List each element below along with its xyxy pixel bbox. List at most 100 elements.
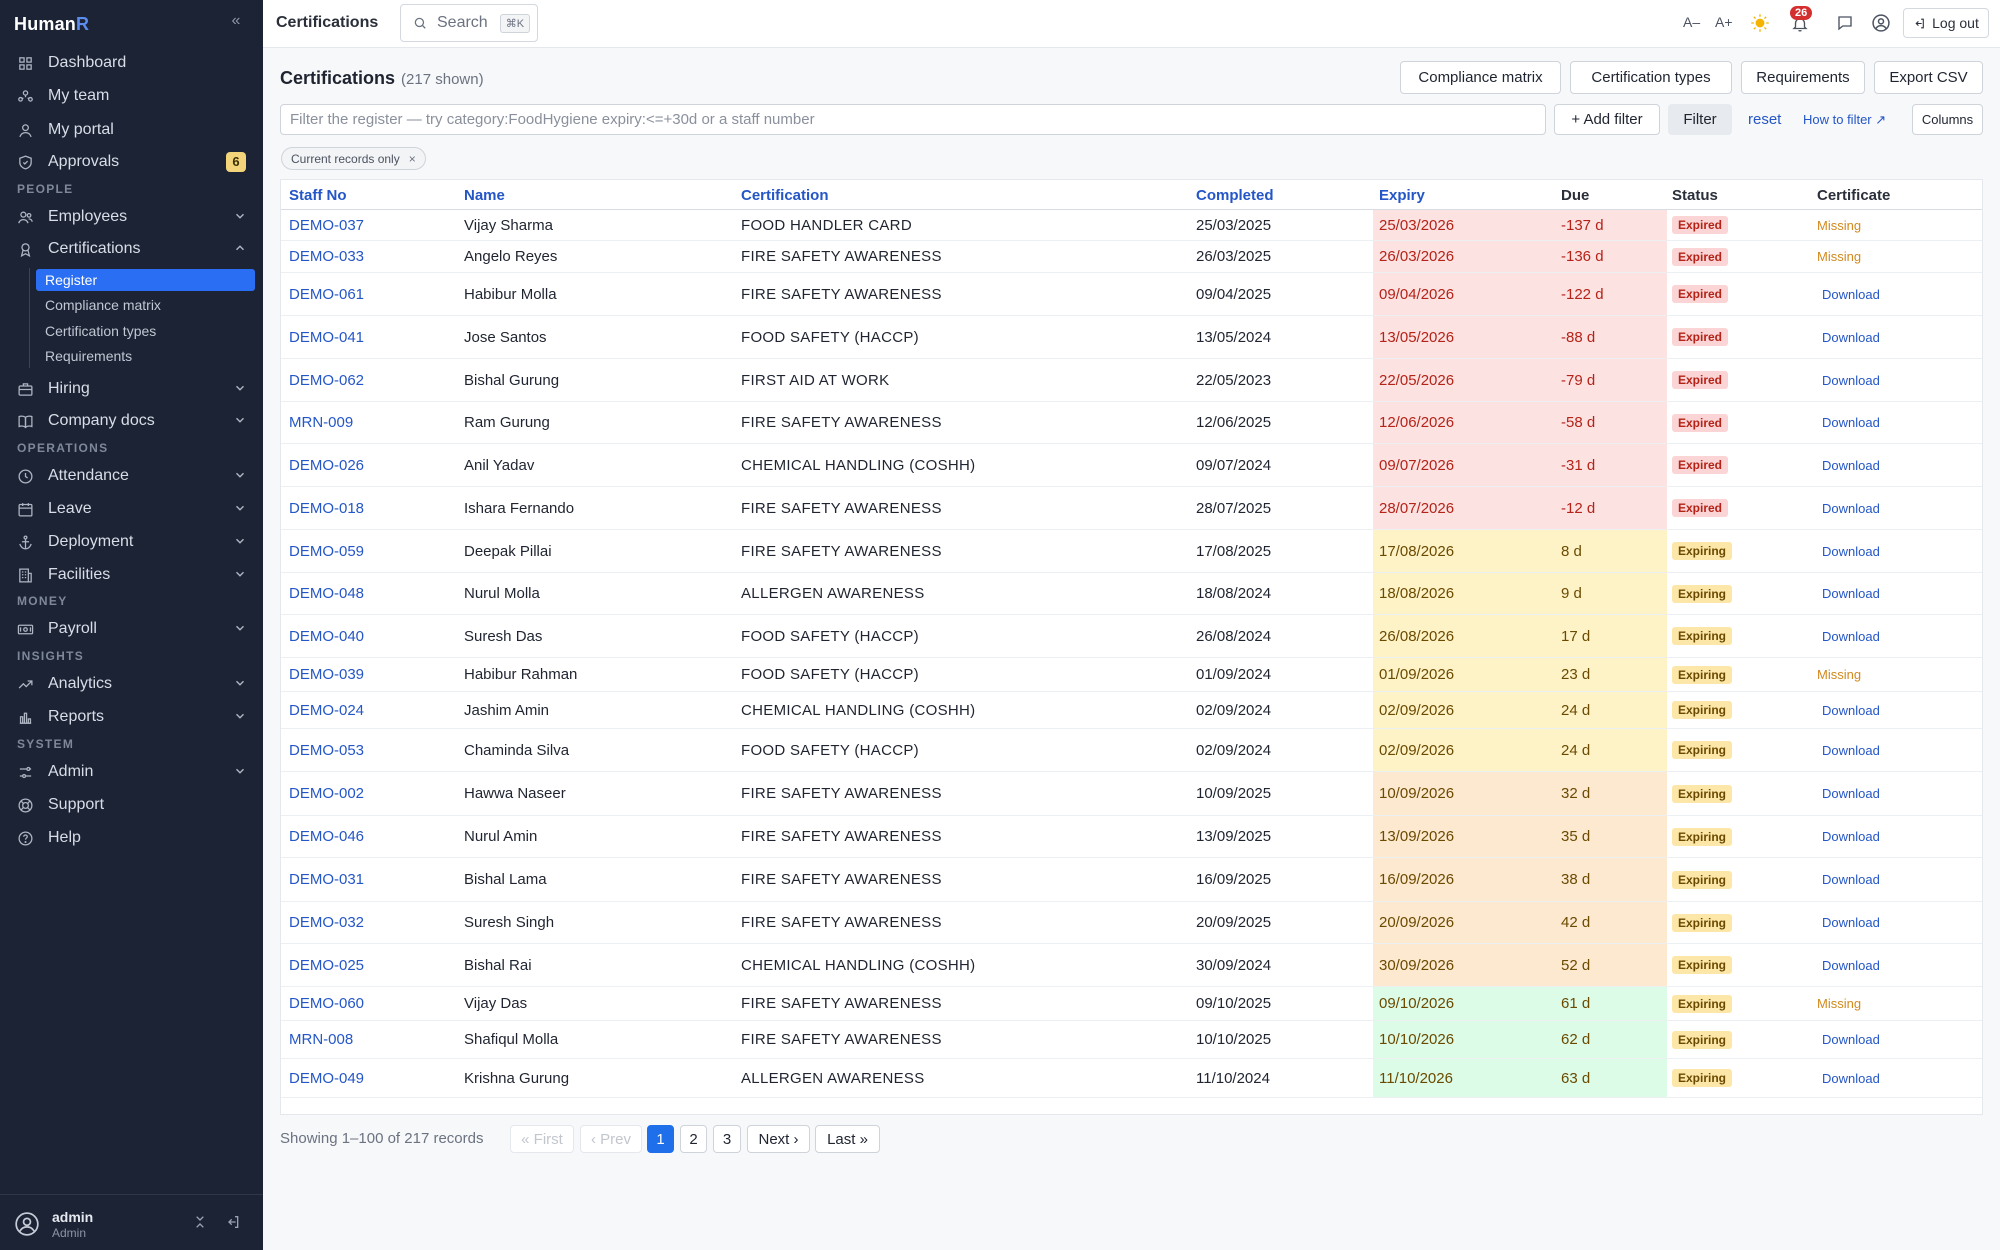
staff-no-link[interactable]: MRN-009	[289, 402, 353, 443]
filter-input[interactable]: Filter the register — try category:FoodH…	[280, 104, 1546, 135]
certificate-download-link[interactable]: Download	[1817, 743, 1880, 758]
sidebar-item-facilities[interactable]: Facilities	[8, 560, 255, 590]
subnav-item-requirements[interactable]: Requirements	[36, 345, 255, 367]
certificate-download-link[interactable]: Download	[1817, 786, 1880, 801]
staff-no-link[interactable]: DEMO-024	[289, 692, 364, 728]
col-expiry[interactable]: Expiry	[1379, 187, 1425, 204]
certificate-download-link[interactable]: Download	[1817, 287, 1880, 302]
font-smaller-button[interactable]: A–	[1683, 14, 1700, 30]
chevron-up-icon[interactable]	[233, 241, 247, 255]
staff-no-link[interactable]: DEMO-026	[289, 444, 364, 486]
certificate-download-link[interactable]: Download	[1817, 544, 1880, 559]
sidebar-item-my-portal[interactable]: My portal	[8, 115, 255, 145]
chevron-down-icon[interactable]	[233, 468, 247, 482]
sidebar-item-hiring[interactable]: Hiring	[8, 374, 255, 404]
requirements-button[interactable]: Requirements	[1741, 61, 1865, 94]
chevron-down-icon[interactable]	[233, 501, 247, 515]
messages-icon[interactable]	[1836, 14, 1854, 32]
sidebar-item-help[interactable]: Help	[8, 823, 255, 853]
sidebar-item-attendance[interactable]: Attendance	[8, 461, 255, 491]
col-certification[interactable]: Certification	[741, 187, 829, 204]
certificate-download-link[interactable]: Download	[1817, 458, 1880, 473]
brand-logo[interactable]: HumanR	[14, 14, 89, 35]
staff-no-link[interactable]: MRN-008	[289, 1021, 353, 1058]
theme-toggle-sun-icon[interactable]	[1750, 13, 1770, 33]
chevron-down-icon[interactable]	[233, 413, 247, 427]
export-csv-button[interactable]: Export CSV	[1874, 61, 1983, 94]
certificate-download-link[interactable]: Download	[1817, 829, 1880, 844]
certificate-download-link[interactable]: Download	[1817, 1071, 1880, 1086]
chevron-down-icon[interactable]	[233, 381, 247, 395]
staff-no-link[interactable]: DEMO-048	[289, 573, 364, 614]
subnav-item-compliance-matrix[interactable]: Compliance matrix	[36, 294, 255, 316]
staff-no-link[interactable]: DEMO-032	[289, 902, 364, 943]
staff-no-link[interactable]: DEMO-018	[289, 487, 364, 529]
add-filter-button[interactable]: + Add filter	[1554, 104, 1660, 135]
sidebar-item-certifications[interactable]: Certifications	[8, 234, 255, 264]
chevron-down-icon[interactable]	[233, 621, 247, 635]
col-name[interactable]: Name	[464, 187, 505, 204]
sidebar-item-employees[interactable]: Employees	[8, 202, 255, 232]
collapse-sidebar-icon[interactable]: «	[226, 12, 246, 34]
account-icon[interactable]	[1871, 13, 1891, 33]
sidebar-item-company-docs[interactable]: Company docs	[8, 406, 255, 436]
staff-no-link[interactable]: DEMO-046	[289, 816, 364, 857]
staff-no-link[interactable]: DEMO-049	[289, 1059, 364, 1097]
staff-no-link[interactable]: DEMO-037	[289, 210, 364, 240]
next-page-button[interactable]: Next ›	[747, 1125, 810, 1153]
chevron-down-icon[interactable]	[233, 534, 247, 548]
chevron-down-icon[interactable]	[233, 676, 247, 690]
staff-no-link[interactable]: DEMO-061	[289, 273, 364, 315]
last-page-button[interactable]: Last »	[815, 1125, 880, 1153]
sidebar-item-approvals[interactable]: Approvals 6	[8, 147, 255, 177]
sidebar-item-my-team[interactable]: My team	[8, 81, 255, 111]
first-page-button[interactable]: « First	[510, 1125, 574, 1153]
certificate-download-link[interactable]: Download	[1817, 330, 1880, 345]
staff-no-link[interactable]: DEMO-053	[289, 729, 364, 771]
staff-no-link[interactable]: DEMO-040	[289, 615, 364, 657]
certification-types-button[interactable]: Certification types	[1570, 61, 1732, 94]
page-3-button[interactable]: 3	[713, 1125, 741, 1153]
sidebar-item-reports[interactable]: Reports	[8, 702, 255, 732]
global-search-button[interactable]: Search ⌘K	[400, 4, 538, 42]
subnav-item-certification-types[interactable]: Certification types	[36, 320, 255, 342]
page-2-button[interactable]: 2	[680, 1125, 707, 1153]
staff-no-link[interactable]: DEMO-031	[289, 858, 364, 901]
user-avatar-icon[interactable]	[14, 1211, 40, 1237]
compliance-matrix-button[interactable]: Compliance matrix	[1400, 61, 1561, 94]
sidebar-item-admin[interactable]: Admin	[8, 757, 255, 787]
columns-button[interactable]: Columns	[1912, 104, 1983, 135]
staff-no-link[interactable]: DEMO-041	[289, 316, 364, 358]
staff-no-link[interactable]: DEMO-039	[289, 658, 364, 691]
certificate-download-link[interactable]: Download	[1817, 501, 1880, 516]
filter-button[interactable]: Filter	[1668, 104, 1732, 135]
remove-chip-icon[interactable]: ×	[409, 152, 416, 166]
certificate-download-link[interactable]: Download	[1817, 1032, 1880, 1047]
certificate-download-link[interactable]: Download	[1817, 373, 1880, 388]
chevron-down-icon[interactable]	[233, 567, 247, 581]
sidebar-item-analytics[interactable]: Analytics	[8, 669, 255, 699]
certificate-download-link[interactable]: Download	[1817, 586, 1880, 601]
chevron-down-icon[interactable]	[233, 764, 247, 778]
sidebar-item-leave[interactable]: Leave	[8, 494, 255, 524]
certificate-download-link[interactable]: Download	[1817, 872, 1880, 887]
staff-no-link[interactable]: DEMO-060	[289, 987, 364, 1020]
sidebar-item-support[interactable]: Support	[8, 790, 255, 820]
certificate-download-link[interactable]: Download	[1817, 958, 1880, 973]
logout-button[interactable]: Log out	[1903, 8, 1989, 38]
staff-no-link[interactable]: DEMO-059	[289, 530, 364, 572]
expand-collapse-icon[interactable]	[192, 1214, 210, 1232]
sidebar-item-deployment[interactable]: Deployment	[8, 527, 255, 557]
sign-out-icon[interactable]	[225, 1214, 243, 1232]
how-to-filter-link[interactable]: How to filter ↗	[1803, 112, 1886, 128]
staff-no-link[interactable]: DEMO-002	[289, 772, 364, 815]
certificate-download-link[interactable]: Download	[1817, 415, 1880, 430]
page-1-button[interactable]: 1	[647, 1125, 674, 1153]
subnav-item-register[interactable]: Register	[36, 269, 255, 291]
col-staff-no[interactable]: Staff No	[289, 187, 347, 204]
sidebar-item-payroll[interactable]: Payroll	[8, 614, 255, 644]
staff-no-link[interactable]: DEMO-025	[289, 944, 364, 986]
chevron-down-icon[interactable]	[233, 709, 247, 723]
certificate-download-link[interactable]: Download	[1817, 629, 1880, 644]
certificate-download-link[interactable]: Download	[1817, 703, 1880, 718]
